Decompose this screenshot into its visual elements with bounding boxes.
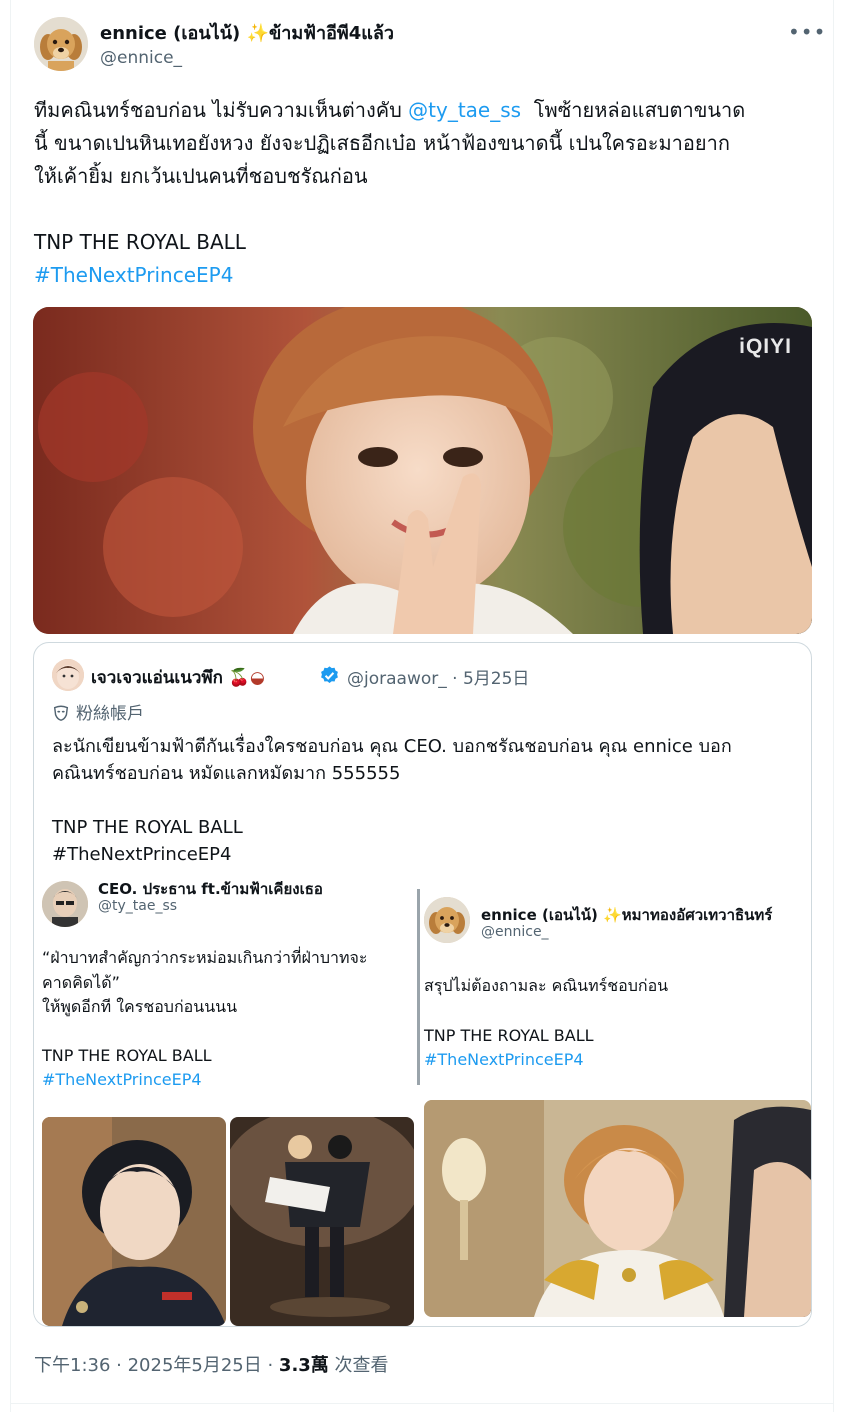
- community-label: 粉絲帳戶: [52, 699, 144, 724]
- quote-author-avatar: [52, 659, 84, 691]
- quote-tweet-card[interactable]: เจวเจวแอ่นเนวพึก 🍒◒ @joraawor_ · 5月25日 粉…: [33, 642, 812, 1327]
- sparkle-icon: ✨: [603, 906, 622, 924]
- quote-text: ละนักเขียนข้ามฟ้าตีกันเรื่องใครชอบก่อน ค…: [52, 733, 792, 868]
- screenshot-hashtag: #TheNextPrinceEP4: [42, 1070, 202, 1089]
- tweet-photo[interactable]: iQIYI: [33, 307, 812, 634]
- views-label: 次查看: [328, 1355, 389, 1376]
- author-name[interactable]: ennice (เอนไน้) ✨ข้ามฟ้าอีพี4แล้ว: [100, 18, 394, 47]
- screenshot-text-line: ให้พูดอีกที ใครชอบก่อนนนน: [42, 997, 238, 1016]
- hashtag-link[interactable]: #TheNextPrinceEP4: [34, 263, 233, 287]
- mask-icon: [53, 705, 69, 721]
- quote-text-line: ละนักเขียนข้ามฟ้าตีกันเรื่องใครชอบก่อน ค…: [52, 736, 732, 757]
- timestamp[interactable]: 下午1:36 · 2025年5月25日 ·: [34, 1355, 279, 1376]
- tweet-text: ทีมคณินทร์ชอบก่อน ไม่รับความเห็นต่างคับ …: [34, 94, 814, 292]
- divider: [10, 1403, 834, 1404]
- tweet-text-segment: ทีมคณินทร์ชอบก่อน ไม่รับความเห็นต่างคับ: [34, 98, 409, 122]
- author-handle[interactable]: @ennice_: [100, 48, 182, 68]
- watermark: iQIYI: [739, 335, 792, 358]
- quote-author-name: เจวเจวแอ่นเนวพึก 🍒◒: [91, 664, 265, 691]
- community-text: 粉絲帳戶: [76, 704, 144, 724]
- screenshot-right-text: สรุปไม่ต้องถามละ คณินทร์ชอบก่อน TNP THE …: [424, 974, 668, 1073]
- cherries-icon: 🍒: [228, 668, 250, 688]
- screenshot-photo-2: [230, 1117, 414, 1326]
- screenshot-photo-1: [42, 1117, 226, 1326]
- author-name-text: ennice (เอนไน้): [100, 23, 241, 44]
- screenshot-left-text: “ฝ่าบาทสำคัญกว่ากระหม่อมเกินกว่าที่ฝ่าบา…: [42, 946, 368, 1093]
- screenshot-text-line: TNP THE ROYAL BALL: [424, 1025, 594, 1045]
- quote-text-line: คณินทร์ชอบก่อน หมัดแลกหมัดมาก 555555: [52, 763, 401, 784]
- sparkle-icon: ✨: [246, 23, 269, 44]
- screenshot-right-name-suffix: หมาทองอัศวเทวาธินทร์: [621, 906, 773, 924]
- quote-title: TNP THE ROYAL BALL: [52, 817, 243, 838]
- screenshot-left-handle: @ty_tae_ss: [98, 898, 178, 914]
- quote-author-name-text: เจวเจวแอ่นเนวพึก: [91, 668, 223, 688]
- screenshot-photo-3: [424, 1100, 811, 1317]
- author-name-suffix: ข้ามฟ้าอีพี4แล้ว: [268, 23, 395, 44]
- more-icon[interactable]: •••: [788, 20, 826, 44]
- tweet-text-line: ทีมคณินทร์ชอบก่อน ไม่รับความเห็นต่างคับ …: [34, 94, 814, 127]
- author-avatar[interactable]: [34, 17, 88, 71]
- verified-badge-icon: [321, 666, 338, 683]
- tweet-title: TNP THE ROYAL BALL: [34, 230, 246, 254]
- tweet-text-line: ให้เค้ายิ้ม ยกเว้นเปนคนที่ชอบชรัณก่อน: [34, 164, 368, 188]
- screenshot-text-line: สรุปไม่ต้องถามละ คณินทร์ชอบก่อน: [424, 976, 669, 995]
- quote-photo-screenshot[interactable]: CEO. ประธาน ft.ข้ามฟ้าเคียงเธอ @ty_tae_s…: [34, 881, 811, 1326]
- screenshot-text-line: TNP THE ROYAL BALL: [42, 1045, 212, 1065]
- screenshot-text-line: คาดคิดได้”: [42, 972, 120, 992]
- screenshot-left-avatar: [42, 881, 88, 927]
- quote-handle-date: @joraawor_ · 5月25日: [347, 669, 530, 689]
- screenshot-right-handle: @ennice_: [481, 924, 549, 940]
- screenshot-divider: [417, 889, 420, 1085]
- bowl-icon: ◒: [250, 668, 265, 688]
- tweet-meta: 下午1:36 · 2025年5月25日 · 3.3萬 次查看: [34, 1351, 389, 1377]
- quote-hashtag: #TheNextPrinceEP4: [52, 844, 232, 865]
- tweet-text-line: นี้ ขนาดเปนหินเทอยังหวง ยังจะปฏิเสธอีกเบ…: [34, 131, 730, 155]
- mention-link[interactable]: @ty_tae_ss: [408, 98, 521, 122]
- screenshot-hashtag: #TheNextPrinceEP4: [424, 1050, 584, 1069]
- screenshot-right-name-text: ennice (เอนไน้): [481, 906, 598, 924]
- screenshot-right-avatar: [424, 897, 470, 943]
- views-count: 3.3萬: [278, 1355, 329, 1376]
- tweet-text-segment: โพซ้ายหล่อแสบตาขนาด: [521, 98, 746, 122]
- screenshot-text-line: “ฝ่าบาทสำคัญกว่ากระหม่อมเกินกว่าที่ฝ่าบา…: [42, 948, 368, 967]
